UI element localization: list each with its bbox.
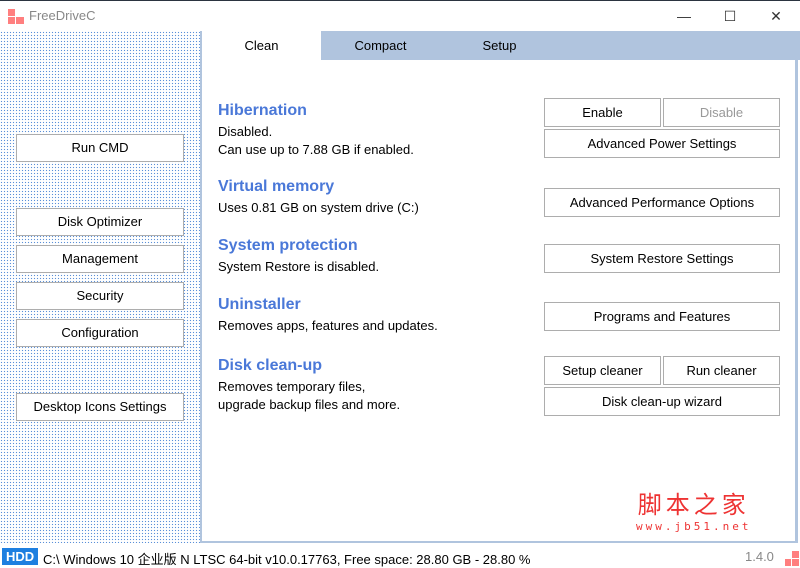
title-bar: FreeDriveC — ☐ ✕ — [0, 0, 800, 31]
watermark: 脚本之家 www.jb51.net — [636, 485, 751, 533]
resize-grip-icon[interactable] — [785, 551, 799, 567]
disk-optimizer-button[interactable]: Disk Optimizer — [16, 208, 184, 236]
tab-clean[interactable]: Clean — [202, 31, 321, 61]
uninstaller-info: Removes apps, features and updates. — [218, 318, 438, 333]
hibernation-info: Can use up to 7.88 GB if enabled. — [218, 142, 414, 157]
sidebar: Run CMD Disk Optimizer Management Securi… — [0, 31, 200, 543]
drive-type-badge: HDD — [2, 548, 39, 565]
tab-bar: Clean Compact Setup — [200, 31, 800, 61]
advanced-power-settings-button[interactable]: Advanced Power Settings — [544, 129, 780, 158]
system-restore-settings-button[interactable]: System Restore Settings — [544, 244, 780, 273]
minimize-button[interactable]: — — [661, 1, 707, 31]
close-button[interactable]: ✕ — [753, 1, 799, 31]
drive-info: C:\ Windows 10 企业版 N LTSC 64-bit v10.0.1… — [43, 552, 531, 567]
virtual-memory-info: Uses 0.81 GB on system drive (C:) — [218, 200, 419, 215]
management-button[interactable]: Management — [16, 245, 184, 273]
run-cmd-button[interactable]: Run CMD — [16, 134, 184, 162]
programs-and-features-button[interactable]: Programs and Features — [544, 302, 780, 331]
disable-button[interactable]: Disable — [663, 98, 780, 127]
hibernation-status: Disabled. — [218, 124, 273, 139]
tab-setup[interactable]: Setup — [440, 31, 559, 60]
disk-cleanup-wizard-button[interactable]: Disk clean-up wizard — [544, 387, 780, 416]
hibernation-title: Hibernation — [218, 102, 307, 119]
advanced-performance-options-button[interactable]: Advanced Performance Options — [544, 188, 780, 217]
status-bar: HDD C:\ Windows 10 企业版 N LTSC 64-bit v10… — [0, 543, 800, 568]
disk-cleanup-info-1: Removes temporary files, — [218, 379, 366, 394]
disk-cleanup-title: Disk clean-up — [218, 357, 323, 374]
watermark-url: www.jb51.net — [636, 520, 752, 533]
watermark-cn: 脚本之家 — [637, 491, 750, 519]
maximize-button[interactable]: ☐ — [707, 1, 753, 31]
clean-panel: Hibernation Disabled. Can use up to 7.88… — [200, 60, 798, 544]
desktop-icons-settings-button[interactable]: Desktop Icons Settings — [16, 393, 184, 421]
disk-cleanup-info-2: upgrade backup files and more. — [218, 397, 401, 412]
app-logo-icon — [8, 9, 24, 25]
virtual-memory-title: Virtual memory — [218, 178, 335, 195]
system-protection-section: System protection System Restore is disa… — [218, 237, 379, 276]
disk-cleanup-section: Disk clean-up Removes temporary files, u… — [218, 357, 400, 414]
hibernation-section: Hibernation Disabled. Can use up to 7.88… — [218, 102, 414, 159]
setup-cleaner-button[interactable]: Setup cleaner — [544, 356, 661, 385]
security-button[interactable]: Security — [16, 282, 184, 310]
uninstaller-title: Uninstaller — [218, 296, 301, 313]
system-protection-title: System protection — [218, 237, 358, 254]
configuration-button[interactable]: Configuration — [16, 319, 184, 347]
uninstaller-section: Uninstaller Removes apps, features and u… — [218, 296, 438, 335]
enable-button[interactable]: Enable — [544, 98, 661, 127]
virtual-memory-section: Virtual memory Uses 0.81 GB on system dr… — [218, 178, 419, 217]
tab-compact[interactable]: Compact — [321, 31, 440, 60]
window-title: FreeDriveC — [29, 8, 96, 23]
version-label: 1.4.0 — [745, 549, 774, 564]
system-protection-info: System Restore is disabled. — [218, 259, 380, 274]
run-cleaner-button[interactable]: Run cleaner — [663, 356, 780, 385]
